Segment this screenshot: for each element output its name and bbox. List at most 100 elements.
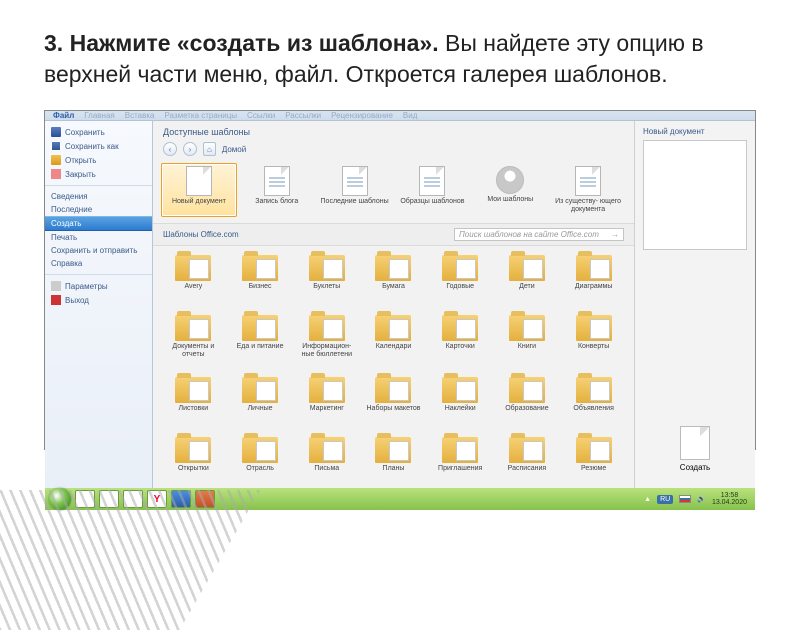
instruction-text: 3. Нажмите «создать из шаблона». Вы найд… <box>44 28 756 90</box>
ribbon-tab[interactable]: Вид <box>403 111 417 120</box>
tile-label: Открытки <box>178 465 209 479</box>
create-button[interactable]: Создать <box>680 426 710 472</box>
taskbar-clock[interactable]: 13:58 13.04.2020 <box>712 492 747 507</box>
folder-icon <box>576 315 612 341</box>
tile-label: Образцы шаблонов <box>400 198 464 212</box>
tile-label: Карточки <box>446 343 475 357</box>
sidebar-item-Открыть[interactable]: Открыть <box>45 153 152 167</box>
tile-label: Книги <box>518 343 536 357</box>
sidebar-item-Последние[interactable]: Последние <box>45 203 152 216</box>
tile-label: Мои шаблоны <box>487 196 533 210</box>
tile-label: Письма <box>314 465 339 479</box>
sidebar-item-label: Сохранить <box>65 128 105 137</box>
tray-speaker-icon[interactable]: 🔊 <box>697 495 706 503</box>
nav-forward-button[interactable]: › <box>183 142 197 156</box>
ribbon-tab[interactable]: Рецензирование <box>331 111 393 120</box>
sidebar-item-label: Сведения <box>51 192 88 201</box>
template-tile[interactable]: Карточки <box>428 308 493 362</box>
sidebar-item-Закрыть[interactable]: Закрыть <box>45 167 152 181</box>
sidebar-item-Сохранить[interactable]: Сохранить <box>45 125 152 139</box>
breadcrumb-home[interactable]: Домой <box>222 145 246 154</box>
tile-label: Листовки <box>178 405 208 419</box>
sidebar-item-Параметры[interactable]: Параметры <box>45 279 152 293</box>
tile-label: Наклейки <box>445 405 476 419</box>
document-icon <box>342 166 368 196</box>
tray-up-icon[interactable]: ▲ <box>644 496 651 503</box>
template-tile[interactable]: Avery <box>161 248 226 300</box>
template-tile[interactable]: Наклейки <box>428 370 493 422</box>
template-tile[interactable]: Наборы макетов <box>361 370 426 422</box>
sidebar-item-Печать[interactable]: Печать <box>45 231 152 244</box>
template-tile[interactable]: Личные <box>228 370 293 422</box>
folder-icon <box>375 377 411 403</box>
folder-icon <box>576 377 612 403</box>
template-tile[interactable]: Календари <box>361 308 426 362</box>
search-input[interactable]: Поиск шаблонов на сайте Office.com → <box>454 228 624 241</box>
tile-label: Дети <box>519 283 535 297</box>
templates-panel: Доступные шаблоны ‹ › ⌂ Домой Новый доку… <box>153 121 635 488</box>
template-tile[interactable]: Информацион- ные бюллетени <box>294 308 359 362</box>
folder-icon <box>509 437 545 463</box>
template-tile[interactable]: Последние шаблоны <box>317 163 393 217</box>
template-tile[interactable]: Книги <box>495 308 560 362</box>
ribbon-tab[interactable]: Вставка <box>125 111 155 120</box>
template-tile[interactable]: Приглашения <box>428 430 493 482</box>
template-tile[interactable]: Документы и отчеты <box>161 308 226 362</box>
tile-label: Расписания <box>508 465 547 479</box>
template-tile[interactable]: Бизнес <box>228 248 293 300</box>
template-tile[interactable]: Годовые <box>428 248 493 300</box>
template-tile[interactable]: Открытки <box>161 430 226 482</box>
tile-label: Новый документ <box>172 198 226 212</box>
template-tile[interactable]: Расписания <box>495 430 560 482</box>
sidebar-item-Сведения[interactable]: Сведения <box>45 190 152 203</box>
ribbon-tab[interactable]: Главная <box>84 111 114 120</box>
template-tile[interactable]: Резюме <box>561 430 626 482</box>
template-tile[interactable]: Листовки <box>161 370 226 422</box>
tile-label: Маркетинг <box>310 405 344 419</box>
template-tile[interactable]: Планы <box>361 430 426 482</box>
sidebar-item-label: Сохранить и отправить <box>51 246 137 255</box>
sidebar-item-Выход[interactable]: Выход <box>45 293 152 307</box>
template-tile[interactable]: Буклеты <box>294 248 359 300</box>
template-tile[interactable]: Отрасль <box>228 430 293 482</box>
sidebar-item-Создать[interactable]: Создать <box>45 216 152 231</box>
template-tile[interactable]: Еда и питание <box>228 308 293 362</box>
sidebar-item-Сохранить как[interactable]: Сохранить как <box>45 139 152 153</box>
tile-label: Наборы макетов <box>367 405 421 419</box>
sidebar-item-Справка[interactable]: Справка <box>45 257 152 270</box>
flag-icon[interactable] <box>679 495 691 503</box>
search-go-icon[interactable]: → <box>611 230 619 239</box>
nav-home-button[interactable]: ⌂ <box>203 142 216 156</box>
document-icon <box>680 426 710 460</box>
tile-label: Бизнес <box>249 283 272 297</box>
file-menu-sidebar: Сохранить Сохранить какОткрытьЗакрыть Све… <box>45 121 153 488</box>
tile-label: Образование <box>505 405 548 419</box>
nav-back-button[interactable]: ‹ <box>163 142 177 156</box>
template-tile[interactable]: Дети <box>495 248 560 300</box>
i-save-icon <box>51 127 61 137</box>
template-tile[interactable]: Диаграммы <box>561 248 626 300</box>
folder-icon <box>242 437 278 463</box>
template-tile[interactable]: Мои шаблоны <box>472 163 548 217</box>
tile-label: Бумага <box>382 283 405 297</box>
template-tile[interactable]: Конверты <box>561 308 626 362</box>
template-tile[interactable]: Бумага <box>361 248 426 300</box>
template-tile[interactable]: Образцы шаблонов <box>395 163 471 217</box>
folder-icon <box>442 377 478 403</box>
sidebar-item-label: Печать <box>51 233 77 242</box>
template-tile[interactable]: Маркетинг <box>294 370 359 422</box>
ribbon-tab[interactable]: Рассылки <box>285 111 321 120</box>
template-tile[interactable]: Образование <box>495 370 560 422</box>
template-tile[interactable]: Запись блога <box>239 163 315 217</box>
template-tile[interactable]: Новый документ <box>161 163 237 217</box>
preview-title: Новый документ <box>643 127 747 136</box>
template-tile[interactable]: Объявления <box>561 370 626 422</box>
template-tile[interactable]: Письма <box>294 430 359 482</box>
template-tile[interactable]: Из существу- ющего документа <box>550 163 626 217</box>
ribbon-tab[interactable]: Ссылки <box>247 111 275 120</box>
ribbon-tab[interactable]: Разметка страницы <box>164 111 237 120</box>
word-backstage-window: Файл Главная Вставка Разметка страницы Ссылк… <box>44 110 756 450</box>
language-indicator[interactable]: RU <box>657 495 673 504</box>
ribbon-tab[interactable]: Файл <box>53 111 74 120</box>
sidebar-item-Сохранить и отправить[interactable]: Сохранить и отправить <box>45 244 152 257</box>
